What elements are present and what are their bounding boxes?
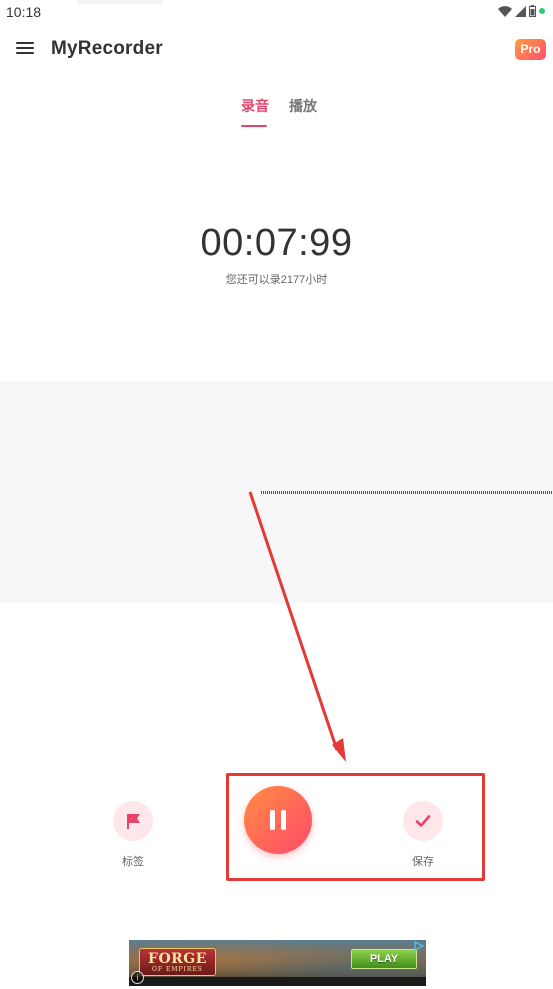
recording-timer: 00:07:99: [200, 222, 353, 264]
battery-icon: [529, 5, 536, 17]
pause-icon: [270, 810, 286, 830]
pause-button[interactable]: [244, 786, 312, 854]
app-title: MyRecorder: [51, 38, 163, 59]
waveform-trace: [261, 491, 553, 494]
ad-logo-subtext: OF EMPIRES: [151, 966, 203, 973]
tab-play[interactable]: 播放: [289, 96, 317, 116]
save-button[interactable]: [403, 801, 443, 841]
wifi-icon: [498, 5, 512, 17]
notification-dot-icon: [539, 8, 545, 14]
save-control: 保存: [402, 801, 444, 869]
flag-icon: [127, 814, 140, 829]
status-bar-notch: [77, 0, 163, 4]
arrow-head-icon: [332, 738, 346, 762]
ad-info-icon[interactable]: i: [131, 971, 144, 984]
tab-bar: 录音 播放: [0, 96, 553, 130]
ad-choices-icon[interactable]: [414, 941, 424, 951]
ad-bottom-strip: [129, 977, 426, 986]
status-bar: 10:18: [0, 0, 553, 24]
ad-logo: FORGE OF EMPIRES: [139, 948, 216, 976]
app-bar: MyRecorder Pro: [0, 24, 553, 74]
flag-control: 标签: [112, 801, 154, 869]
tab-record[interactable]: 录音: [241, 96, 269, 116]
ad-banner[interactable]: FORGE OF EMPIRES PLAY i: [129, 940, 426, 986]
waveform-area: [0, 381, 553, 603]
menu-icon[interactable]: [16, 41, 34, 55]
signal-icon: [515, 5, 526, 17]
status-time: 10:18: [6, 4, 42, 20]
ad-play-button[interactable]: PLAY: [351, 949, 417, 969]
status-icons: [498, 5, 545, 17]
pro-badge-button[interactable]: Pro: [515, 39, 546, 60]
flag-button[interactable]: [113, 801, 153, 841]
flag-label: 标签: [122, 856, 144, 868]
ad-logo-text: FORGE: [148, 951, 207, 967]
check-icon: [415, 815, 431, 827]
active-tab-indicator: [241, 125, 267, 127]
save-label: 保存: [412, 856, 434, 868]
remaining-time-text: 您还可以录2177小时: [225, 274, 328, 286]
